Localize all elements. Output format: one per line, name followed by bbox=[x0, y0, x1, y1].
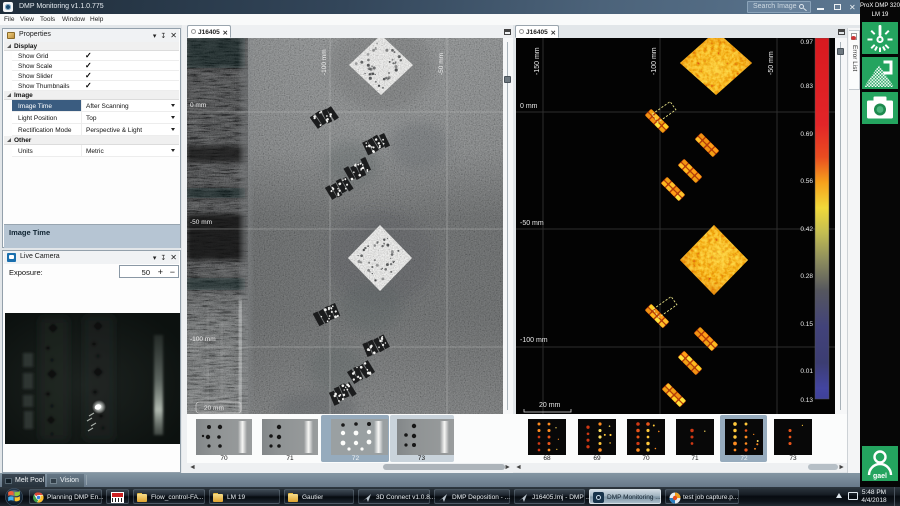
svg-text:0.97: 0.97 bbox=[800, 39, 813, 46]
svg-text:0.56: 0.56 bbox=[800, 178, 813, 185]
svg-text:-100 mm: -100 mm bbox=[520, 337, 548, 344]
svg-text:20 mm: 20 mm bbox=[539, 402, 561, 409]
svg-text:20 mm: 20 mm bbox=[204, 405, 224, 412]
svg-text:0.01: 0.01 bbox=[800, 368, 813, 375]
svg-text:-100 mm: -100 mm bbox=[651, 47, 658, 75]
svg-text:0.42: 0.42 bbox=[800, 226, 813, 233]
svg-text:0 mm: 0 mm bbox=[190, 102, 206, 109]
svg-text:-100 mm: -100 mm bbox=[321, 49, 328, 75]
svg-text:0.13: 0.13 bbox=[800, 397, 813, 404]
svg-text:0.83: 0.83 bbox=[800, 83, 813, 90]
svg-text:0.15: 0.15 bbox=[800, 321, 813, 328]
svg-text:0.69: 0.69 bbox=[800, 131, 813, 138]
svg-text:gael: gael bbox=[873, 473, 887, 480]
svg-text:-150 mm: -150 mm bbox=[534, 47, 541, 75]
svg-text:-100 mm: -100 mm bbox=[190, 336, 216, 343]
svg-text:-50 mm: -50 mm bbox=[768, 51, 775, 75]
svg-text:-50 mm: -50 mm bbox=[520, 220, 544, 227]
svg-text:0.28: 0.28 bbox=[800, 273, 813, 280]
svg-text:-50 mm: -50 mm bbox=[438, 53, 445, 75]
svg-text:-50 mm: -50 mm bbox=[190, 219, 212, 226]
svg-text:0 mm: 0 mm bbox=[520, 103, 538, 110]
